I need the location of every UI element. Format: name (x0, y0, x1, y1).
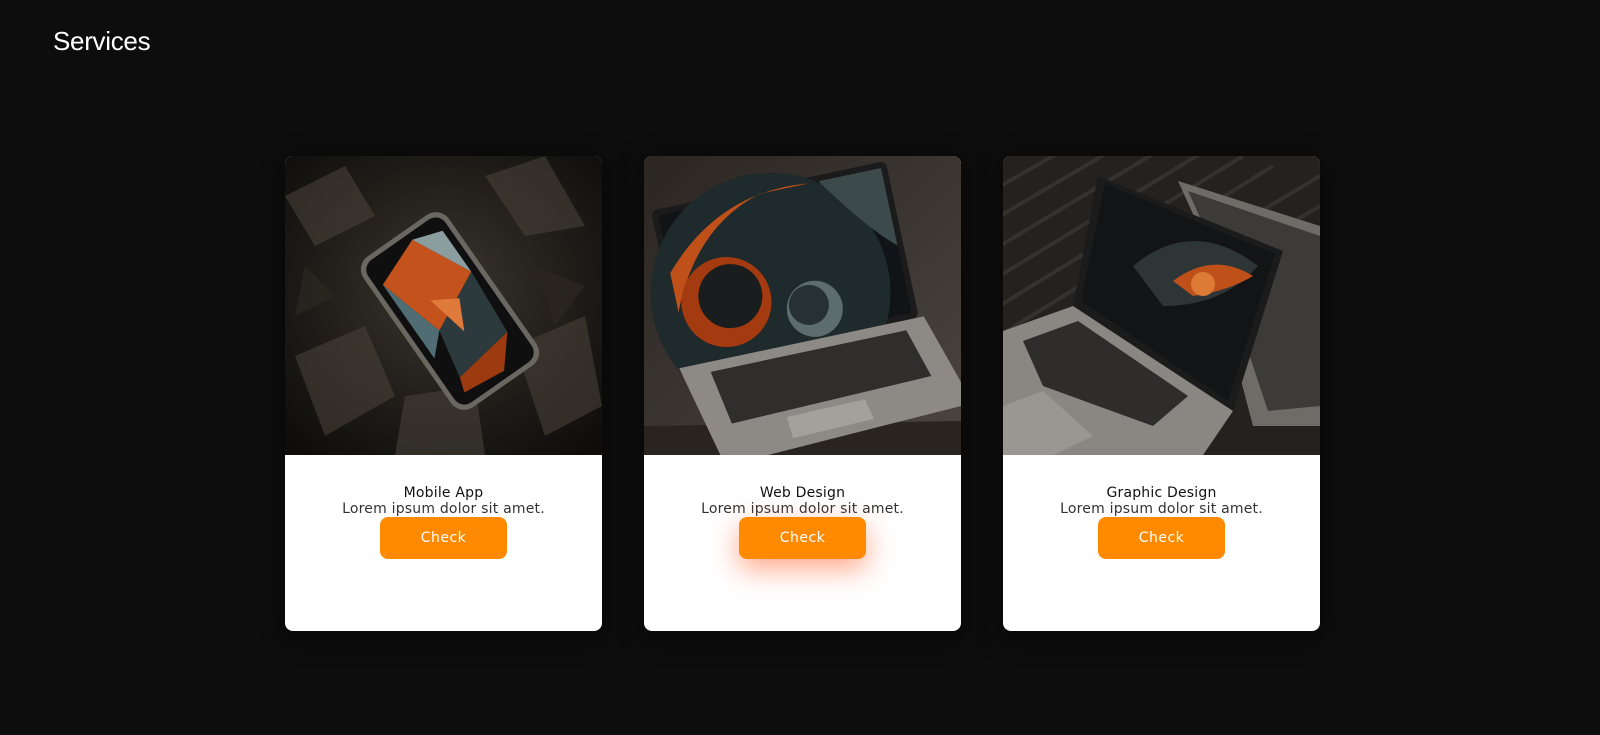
check-button[interactable]: Check (739, 517, 866, 559)
card-title: Mobile App (403, 485, 484, 501)
check-button[interactable]: Check (380, 517, 507, 559)
card-description: Lorem ipsum dolor sit amet. (1060, 501, 1263, 517)
service-cards: Mobile App Lorem ipsum dolor sit amet. C… (285, 156, 1320, 631)
services-page: Services Mobile App Lorem ipsum dolor si… (0, 0, 1600, 735)
phone-on-rock-photo (285, 156, 602, 455)
card-title: Graphic Design (1106, 485, 1217, 501)
card-body: Mobile App Lorem ipsum dolor sit amet. C… (285, 455, 602, 631)
card-description: Lorem ipsum dolor sit amet. (701, 501, 904, 517)
open-laptop-photo (644, 156, 961, 455)
card-title: Web Design (759, 485, 846, 501)
card-description: Lorem ipsum dolor sit amet. (342, 501, 545, 517)
service-card-mobile-app: Mobile App Lorem ipsum dolor sit amet. C… (285, 156, 602, 631)
card-body: Graphic Design Lorem ipsum dolor sit ame… (1003, 455, 1320, 631)
service-card-graphic-design: Graphic Design Lorem ipsum dolor sit ame… (1003, 156, 1320, 631)
service-card-web-design: Web Design Lorem ipsum dolor sit amet. C… (644, 156, 961, 631)
two-laptops-photo (1003, 156, 1320, 455)
card-body: Web Design Lorem ipsum dolor sit amet. C… (644, 455, 961, 631)
page-title: Services (53, 26, 151, 56)
check-button[interactable]: Check (1098, 517, 1225, 559)
